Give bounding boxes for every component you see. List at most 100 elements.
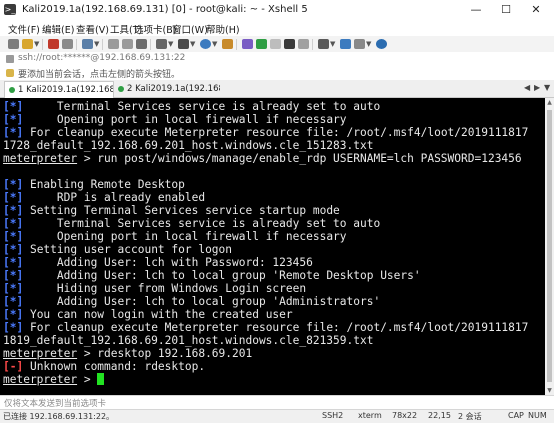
terminal-line: [*] Hiding user from Windows Login scree…	[3, 282, 306, 295]
title-bar: >_ Kali2019.1a(192.168.69.131) [0] - roo…	[0, 0, 554, 20]
toolbar-divider	[76, 39, 77, 50]
terminal-line-text: Opening port in local firewall if necess…	[23, 113, 347, 126]
terminal-line-text: Terminal Services service is already set…	[23, 100, 381, 113]
menu-window[interactable]: 窗口(W)	[172, 22, 208, 36]
print-icon[interactable]	[156, 39, 167, 49]
terminal-line-text: Adding User: lch to local group 'Adminis…	[23, 295, 381, 308]
xshell-app-icon[interactable]: >_	[4, 4, 16, 15]
info-marker: [*]	[3, 308, 24, 321]
toolbar-divider	[42, 39, 43, 50]
close-icon[interactable]: ✕	[522, 2, 550, 18]
tab-bar: 1 Kali2019.1a(192.168...× 2 Kali2019.1a(…	[0, 80, 554, 98]
tab-scroll-left-icon[interactable]: ◀	[524, 83, 530, 92]
meterpreter-prompt: meterpreter	[3, 373, 78, 386]
vertical-scrollbar[interactable]: ▲ ▼	[545, 98, 554, 395]
chevron-down-icon[interactable]: ▼	[212, 40, 217, 48]
info-marker: [*]	[3, 230, 24, 243]
lock-icon[interactable]	[222, 39, 233, 49]
help-icon[interactable]	[376, 39, 387, 49]
tab-menu-icon[interactable]: ▼	[544, 83, 550, 92]
terminal-line-text: Opening port in local firewall if necess…	[23, 230, 347, 243]
disconnect-icon[interactable]	[48, 39, 59, 49]
maximize-icon[interactable]: ☐	[492, 2, 520, 18]
keyboard-icon[interactable]	[284, 39, 295, 49]
minimize-icon[interactable]: —	[462, 2, 490, 18]
num-lock-indicator: NUM	[528, 411, 547, 420]
menu-help[interactable]: 帮助(H)	[206, 22, 240, 36]
session-count: 2 会话	[458, 412, 482, 421]
toolbar: ▼ ▼ ▼ ▼ ▼ ▼ ▼	[0, 36, 554, 53]
compose-input[interactable]: 仅将文本发送到当前选项卡	[4, 397, 106, 409]
terminal-line-text: Setting Terminal Services service startu…	[23, 204, 340, 217]
address-bar[interactable]: ssh://root:******@192.168.69.131:22	[0, 52, 554, 67]
chevron-down-icon[interactable]: ▼	[168, 40, 173, 48]
info-marker: [*]	[3, 321, 24, 334]
properties-icon[interactable]	[82, 39, 93, 49]
meterpreter-prompt: meterpreter	[3, 347, 78, 360]
open-session-icon[interactable]	[22, 39, 33, 49]
compose-bar[interactable]: 仅将文本发送到当前选项卡	[0, 395, 554, 409]
find-icon[interactable]	[136, 39, 147, 49]
chevron-down-icon[interactable]: ▼	[34, 40, 39, 48]
chevron-down-icon[interactable]: ▼	[366, 40, 371, 48]
connected-status-icon	[9, 86, 15, 93]
options-icon[interactable]	[354, 39, 365, 49]
terminal-line: [*] Adding User: lch to local group 'Rem…	[3, 269, 421, 282]
script-icon[interactable]	[256, 39, 267, 49]
chevron-down-icon[interactable]: ▼	[330, 40, 335, 48]
info-marker: [*]	[3, 217, 24, 230]
info-marker: [*]	[3, 204, 24, 217]
terminal-area[interactable]: [*] Terminal Services service is already…	[0, 98, 545, 395]
session-folder-icon[interactable]	[6, 69, 14, 77]
menu-edit[interactable]: 编辑(E)	[42, 22, 74, 36]
terminal-line-text: Terminal Services service is already set…	[23, 217, 381, 230]
terminal-line: [*] RDP is already enabled	[3, 191, 205, 204]
info-marker: [*]	[3, 243, 24, 256]
paste-icon[interactable]	[122, 39, 133, 49]
terminal-line: 1819_default_192.168.69.201_host.windows…	[3, 334, 373, 347]
tab-label: 2 Kali2019.1a(192.168.6...	[127, 84, 220, 94]
terminal-line: [*] Opening port in local firewall if ne…	[3, 230, 347, 243]
terminal-line-text: For cleanup execute Meterpreter resource…	[23, 321, 529, 334]
tab-session-1[interactable]: 1 Kali2019.1a(192.168...×	[4, 81, 114, 98]
menu-view[interactable]: 查看(V)	[76, 22, 109, 36]
terminal-line: [-] Unknown command: rdesktop.	[3, 360, 205, 373]
terminal-line: [*] Adding User: lch to local group 'Adm…	[3, 295, 380, 308]
reconnect-icon[interactable]	[62, 39, 73, 49]
address-value[interactable]: ssh://root:******@192.168.69.131:22	[18, 53, 185, 63]
layout-icon[interactable]	[298, 39, 309, 49]
scroll-down-icon[interactable]: ▼	[546, 387, 553, 394]
globe-icon[interactable]	[200, 39, 211, 49]
error-marker: [-]	[3, 360, 24, 373]
toolbar-divider	[312, 39, 313, 50]
terminal-line: meterpreter > run post/windows/manage/en…	[3, 152, 522, 165]
font-icon[interactable]	[178, 39, 189, 49]
session-hint-bar: 要添加当前会话，点击左侧的箭头按钮。	[0, 66, 554, 81]
new-session-icon[interactable]	[8, 39, 19, 49]
menu-bar: 文件(F) 编辑(E) 查看(V) 工具(T) 选项卡(B) 窗口(W) 帮助(…	[0, 20, 554, 36]
caps-lock-indicator: CAP	[508, 411, 524, 420]
fullscreen-icon[interactable]	[270, 39, 281, 49]
terminal-output[interactable]: [*] Terminal Services service is already…	[0, 98, 545, 386]
xftp-icon[interactable]	[242, 39, 253, 49]
terminal-line: [*] Terminal Services service is already…	[3, 100, 380, 113]
info-marker: [*]	[3, 113, 24, 126]
tab-scroll-right-icon[interactable]: ▶	[534, 83, 540, 92]
menu-tabs[interactable]: 选项卡(B)	[134, 22, 176, 36]
scrollbar-thumb[interactable]	[547, 110, 552, 382]
compose-icon[interactable]	[340, 39, 351, 49]
scroll-up-icon[interactable]: ▲	[546, 99, 553, 106]
info-marker: [*]	[3, 191, 24, 204]
tab-session-2[interactable]: 2 Kali2019.1a(192.168.6...	[114, 81, 220, 97]
copy-icon[interactable]	[108, 39, 119, 49]
status-bar: 已连接 192.168.69.131:22。 SSH2 xterm 78x22 …	[0, 409, 554, 423]
chevron-down-icon[interactable]: ▼	[190, 40, 195, 48]
add-tab-icon[interactable]	[318, 39, 329, 49]
terminal-line-text: Adding User: lch to local group 'Remote …	[23, 269, 421, 282]
menu-file[interactable]: 文件(F)	[8, 22, 40, 36]
terminal-line: meterpreter > rdesktop 192.168.69.201	[3, 347, 252, 360]
toolbar-divider	[236, 39, 237, 50]
chevron-down-icon[interactable]: ▼	[94, 40, 99, 48]
tab-label: 1 Kali2019.1a(192.168...	[18, 85, 114, 95]
connection-status: 已连接 192.168.69.131:22。	[3, 412, 115, 421]
